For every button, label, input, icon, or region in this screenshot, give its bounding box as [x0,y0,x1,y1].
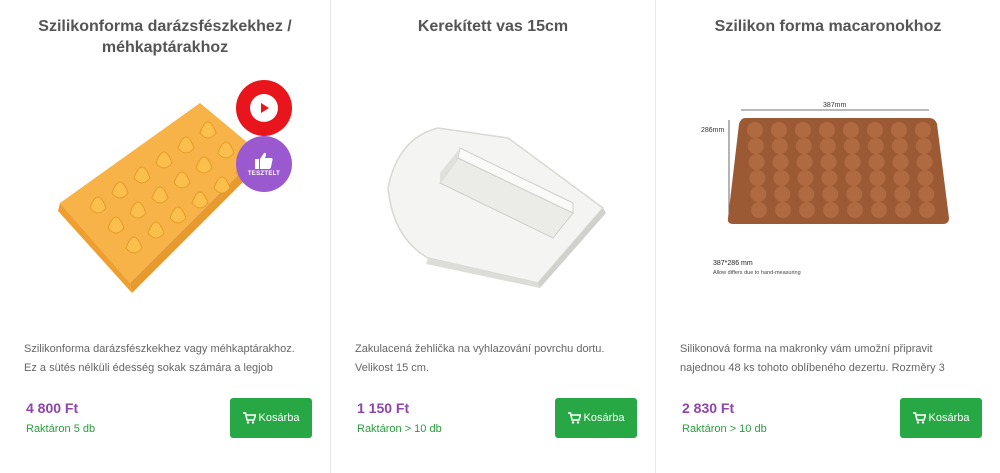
product-price: 4 800 Ft [26,400,79,416]
macaron-cavity [915,137,932,154]
macaron-cavity [819,121,835,138]
macaron-cavity [771,137,788,154]
macaron-cavity [796,153,813,170]
macaron-cavity [795,137,812,154]
macaron-mat-image: 387mm 286mm 387*286 mm Allow differs due… [701,102,949,276]
stock-status: Raktáron > 10 db [357,423,442,435]
macaron-cavity [821,169,838,186]
product-price: 1 150 Ft [357,400,410,416]
macaron-cavity [775,201,791,218]
macaron-cavity [847,201,863,218]
macaron-cavity [916,153,933,170]
macaron-cavity [868,153,885,170]
macaron-cavity [870,185,887,202]
product-title[interactable]: Kerekített vas 15cm [349,16,637,60]
product-price: 2 830 Ft [682,400,735,416]
stock-status: Raktáron 5 db [26,423,96,435]
macaron-cavity [915,121,931,138]
macaron-cavity [845,169,862,186]
macaron-cavity [799,201,815,218]
product-card[interactable]: Kerekített vas 15cm Zakulacená žehlička … [331,0,655,473]
add-to-cart-button[interactable]: Kosárba [900,398,982,438]
product-description: Zakulacená žehlička na vyhlazování povrc… [355,343,605,374]
cake-scraper-image [387,126,606,288]
video-badge[interactable] [236,80,292,136]
mat-height-label: 286mm [701,127,725,134]
macaron-cavity [798,185,815,202]
product-card[interactable]: Szilikon forma macaronokhoz 387mm 286mm … [656,0,1000,473]
add-to-cart-label: Kosárba [583,412,625,424]
product-image[interactable] [349,60,637,325]
macaron-cavity [771,121,787,138]
macaron-cavity [773,169,790,186]
macaron-cavity [819,137,836,154]
macaron-cavity [894,185,911,202]
tested-badge[interactable]: TESZTELT [236,136,292,192]
macaron-cavity [892,153,909,170]
macaron-cavity [918,185,935,202]
macaron-cavity [919,201,935,218]
macaron-cavity [843,121,859,138]
macaron-cavity [891,137,908,154]
macaron-cavity [844,153,861,170]
add-to-cart-label: Kosárba [258,412,300,424]
mat-dims-label: 387*286 mm [713,260,753,267]
macaron-cavity [751,201,767,218]
macaron-cavity [749,169,766,186]
macaron-cavity [917,169,934,186]
macaron-cavity [747,121,763,138]
tested-label: TESZTELT [247,170,281,177]
product-description: Szilikonforma darázsfészkekhez vagy méhk… [24,343,295,374]
macaron-cavity [750,185,767,202]
cart-icon [242,412,256,424]
macaron-cavity [748,153,765,170]
product-grid: Szilikonforma darázsfészkekhez / méhkapt… [0,0,1000,473]
add-to-cart-button[interactable]: Kosárba [230,398,312,438]
macaron-cavity [795,121,811,138]
macaron-cavity [843,137,860,154]
cart-icon [912,412,926,424]
cart-icon [567,412,581,424]
macaron-cavity [822,185,839,202]
macaron-cavity [895,201,911,218]
macaron-cavity [820,153,837,170]
stock-status: Raktáron > 10 db [682,423,767,435]
macaron-cavity [846,185,863,202]
play-icon [250,94,278,122]
product-title[interactable]: Szilikon forma macaronokhoz [674,16,982,60]
add-to-cart-label: Kosárba [928,412,970,424]
macaron-cavity [869,169,886,186]
product-title[interactable]: Szilikonforma darázsfészkekhez / méhkapt… [18,16,312,60]
macaron-cavity [891,121,907,138]
macaron-cavity [747,137,764,154]
macaron-cavity [871,201,887,218]
macaron-cavity [867,137,884,154]
add-to-cart-button[interactable]: Kosárba [555,398,637,438]
product-card[interactable]: Szilikonforma darázsfészkekhez / méhkapt… [0,0,330,473]
mat-width-label: 387mm [823,102,847,109]
macaron-cavity [893,169,910,186]
macaron-cavity [797,169,814,186]
thumbs-up-icon [255,152,273,169]
macaron-cavity [772,153,789,170]
macaron-cavity [774,185,791,202]
mat-note-label: Allow differs due to hand-measuring [713,270,801,276]
macaron-cavity [867,121,883,138]
macaron-cavity [823,201,839,218]
product-description: Silikonová forma na makronky vám umožní … [680,343,945,374]
product-image[interactable]: 387mm 286mm 387*286 mm Allow differs due… [674,60,982,325]
